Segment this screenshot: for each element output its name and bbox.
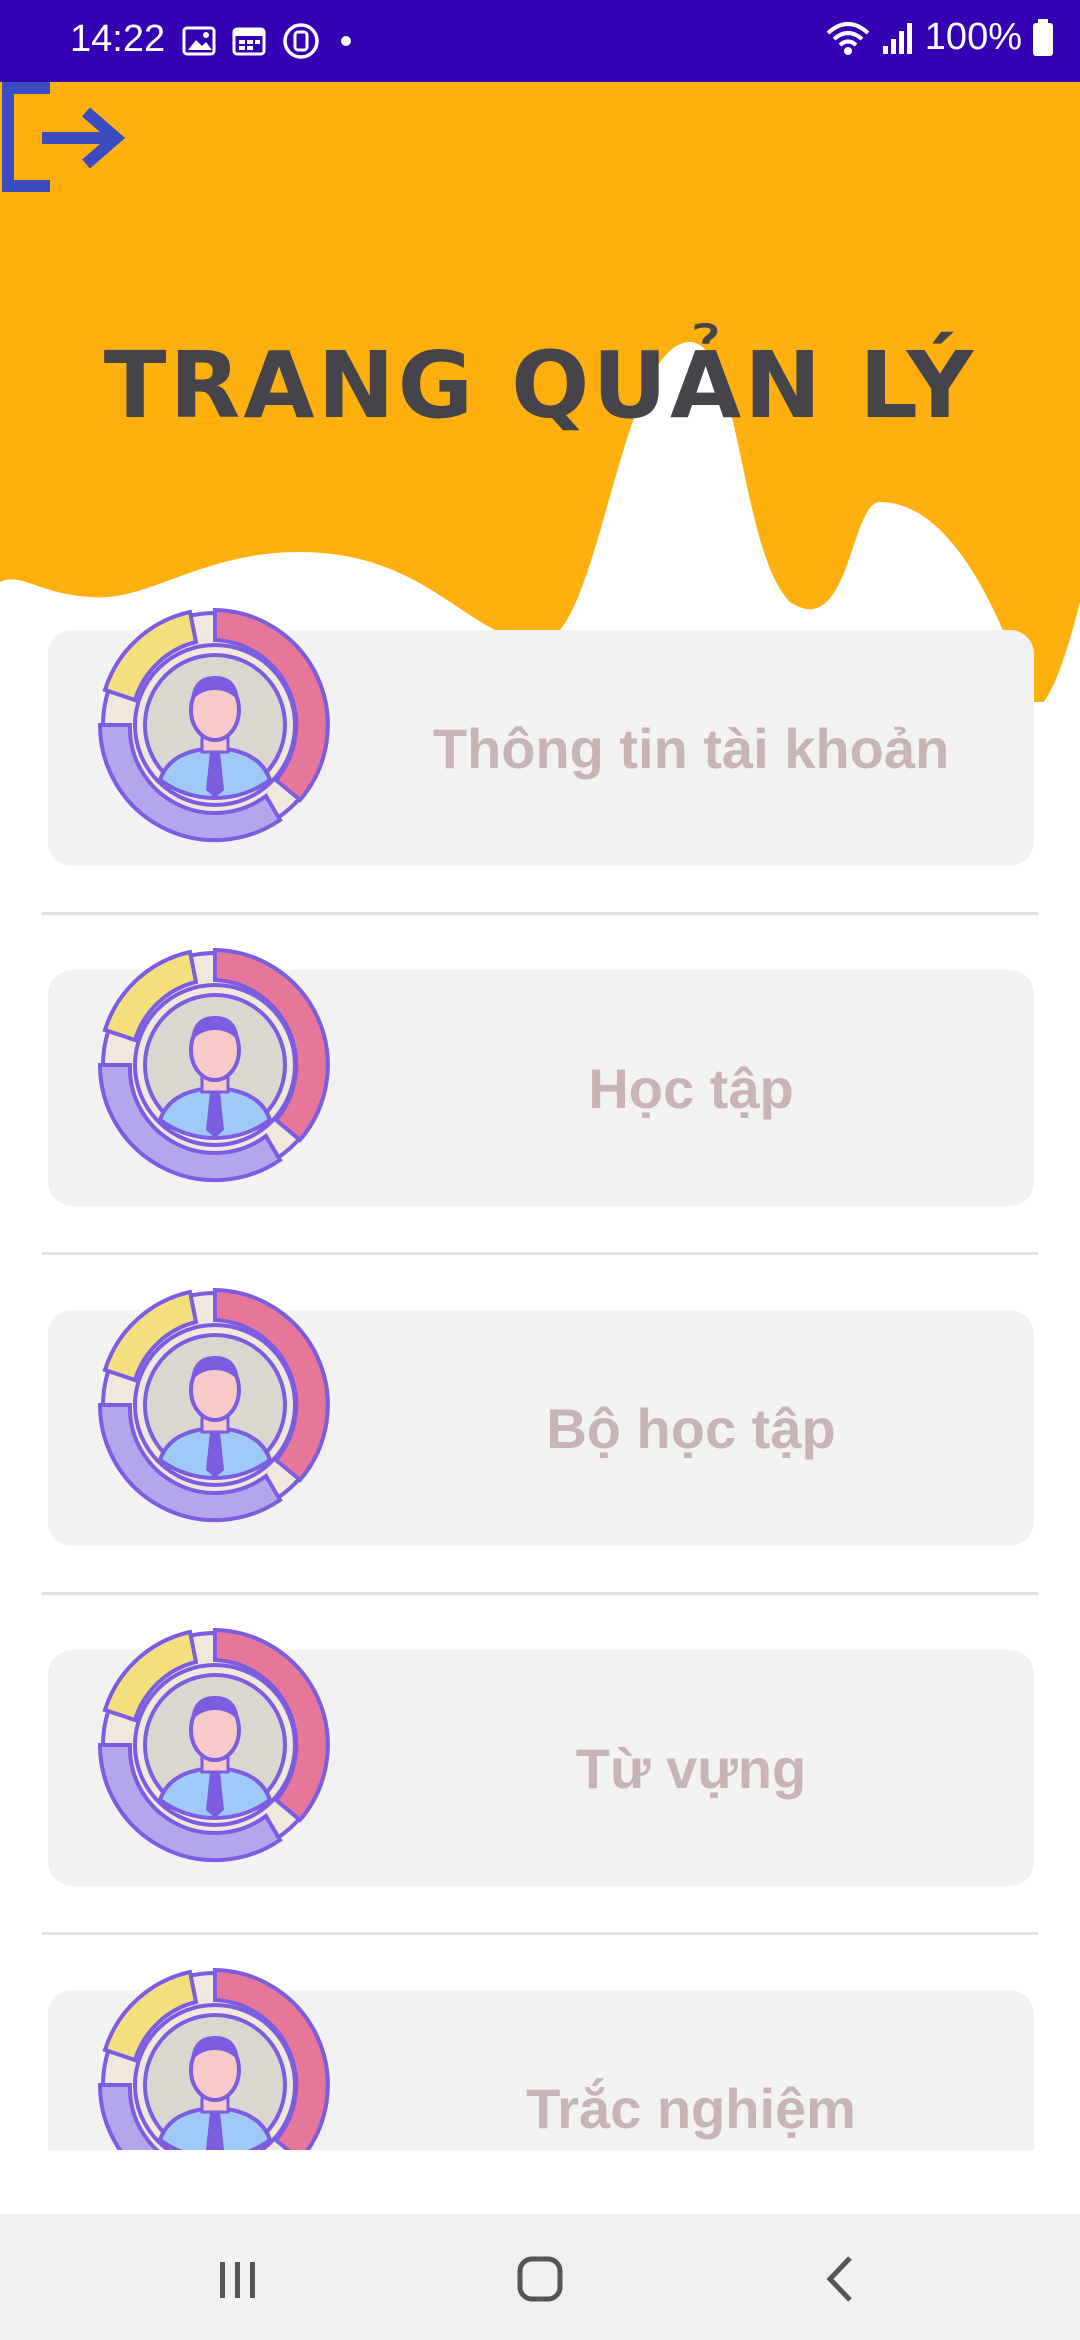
menu-list: Thông tin tài khoản Học tập Bộ học tập T…: [0, 600, 1080, 2150]
menu-item-label: Học tập: [588, 1056, 794, 1120]
system-nav-bar: [0, 2214, 1080, 2340]
signal-icon: [882, 22, 912, 54]
menu-item-study-set[interactable]: Bộ học tập: [0, 1280, 1080, 1620]
user-avatar-icon: [97, 1967, 330, 2150]
divider: [42, 1932, 1038, 1935]
image-icon: [182, 26, 216, 56]
menu-item-quiz[interactable]: Trắc nghiệm: [0, 1960, 1080, 2150]
user-avatar-icon: [97, 947, 330, 1183]
battery-icon: [1033, 18, 1053, 56]
sync-icon: [283, 23, 319, 59]
battery-percent: 100%: [924, 16, 1022, 58]
back-icon[interactable]: [802, 2244, 882, 2314]
recent-apps-icon[interactable]: [198, 2244, 278, 2314]
menu-item-label: Trắc nghiệm: [526, 2076, 856, 2140]
user-avatar-icon: [97, 1627, 330, 1863]
divider: [42, 1252, 1038, 1255]
page-title: TRANG QUẢN LÝ: [103, 332, 977, 439]
menu-item-study[interactable]: Học tập: [0, 940, 1080, 1280]
status-time: 14:22: [70, 18, 166, 60]
home-icon[interactable]: [500, 2244, 580, 2314]
logout-icon[interactable]: [0, 82, 130, 194]
menu-item-label: Từ vựng: [575, 1736, 807, 1800]
menu-item-account-info[interactable]: Thông tin tài khoản: [0, 600, 1080, 940]
menu-item-label: Bộ học tập: [546, 1396, 836, 1460]
dot-icon: [341, 36, 351, 46]
divider: [42, 1592, 1038, 1595]
menu-item-vocabulary[interactable]: Từ vựng: [0, 1620, 1080, 1960]
menu-item-label: Thông tin tài khoản: [432, 716, 950, 780]
user-avatar-icon: [97, 607, 330, 843]
status-bar: 14:22 100%: [0, 0, 1080, 82]
wifi-icon: [826, 21, 870, 55]
user-avatar-icon: [97, 1287, 330, 1523]
divider: [42, 912, 1038, 915]
calendar-icon: [232, 27, 266, 56]
